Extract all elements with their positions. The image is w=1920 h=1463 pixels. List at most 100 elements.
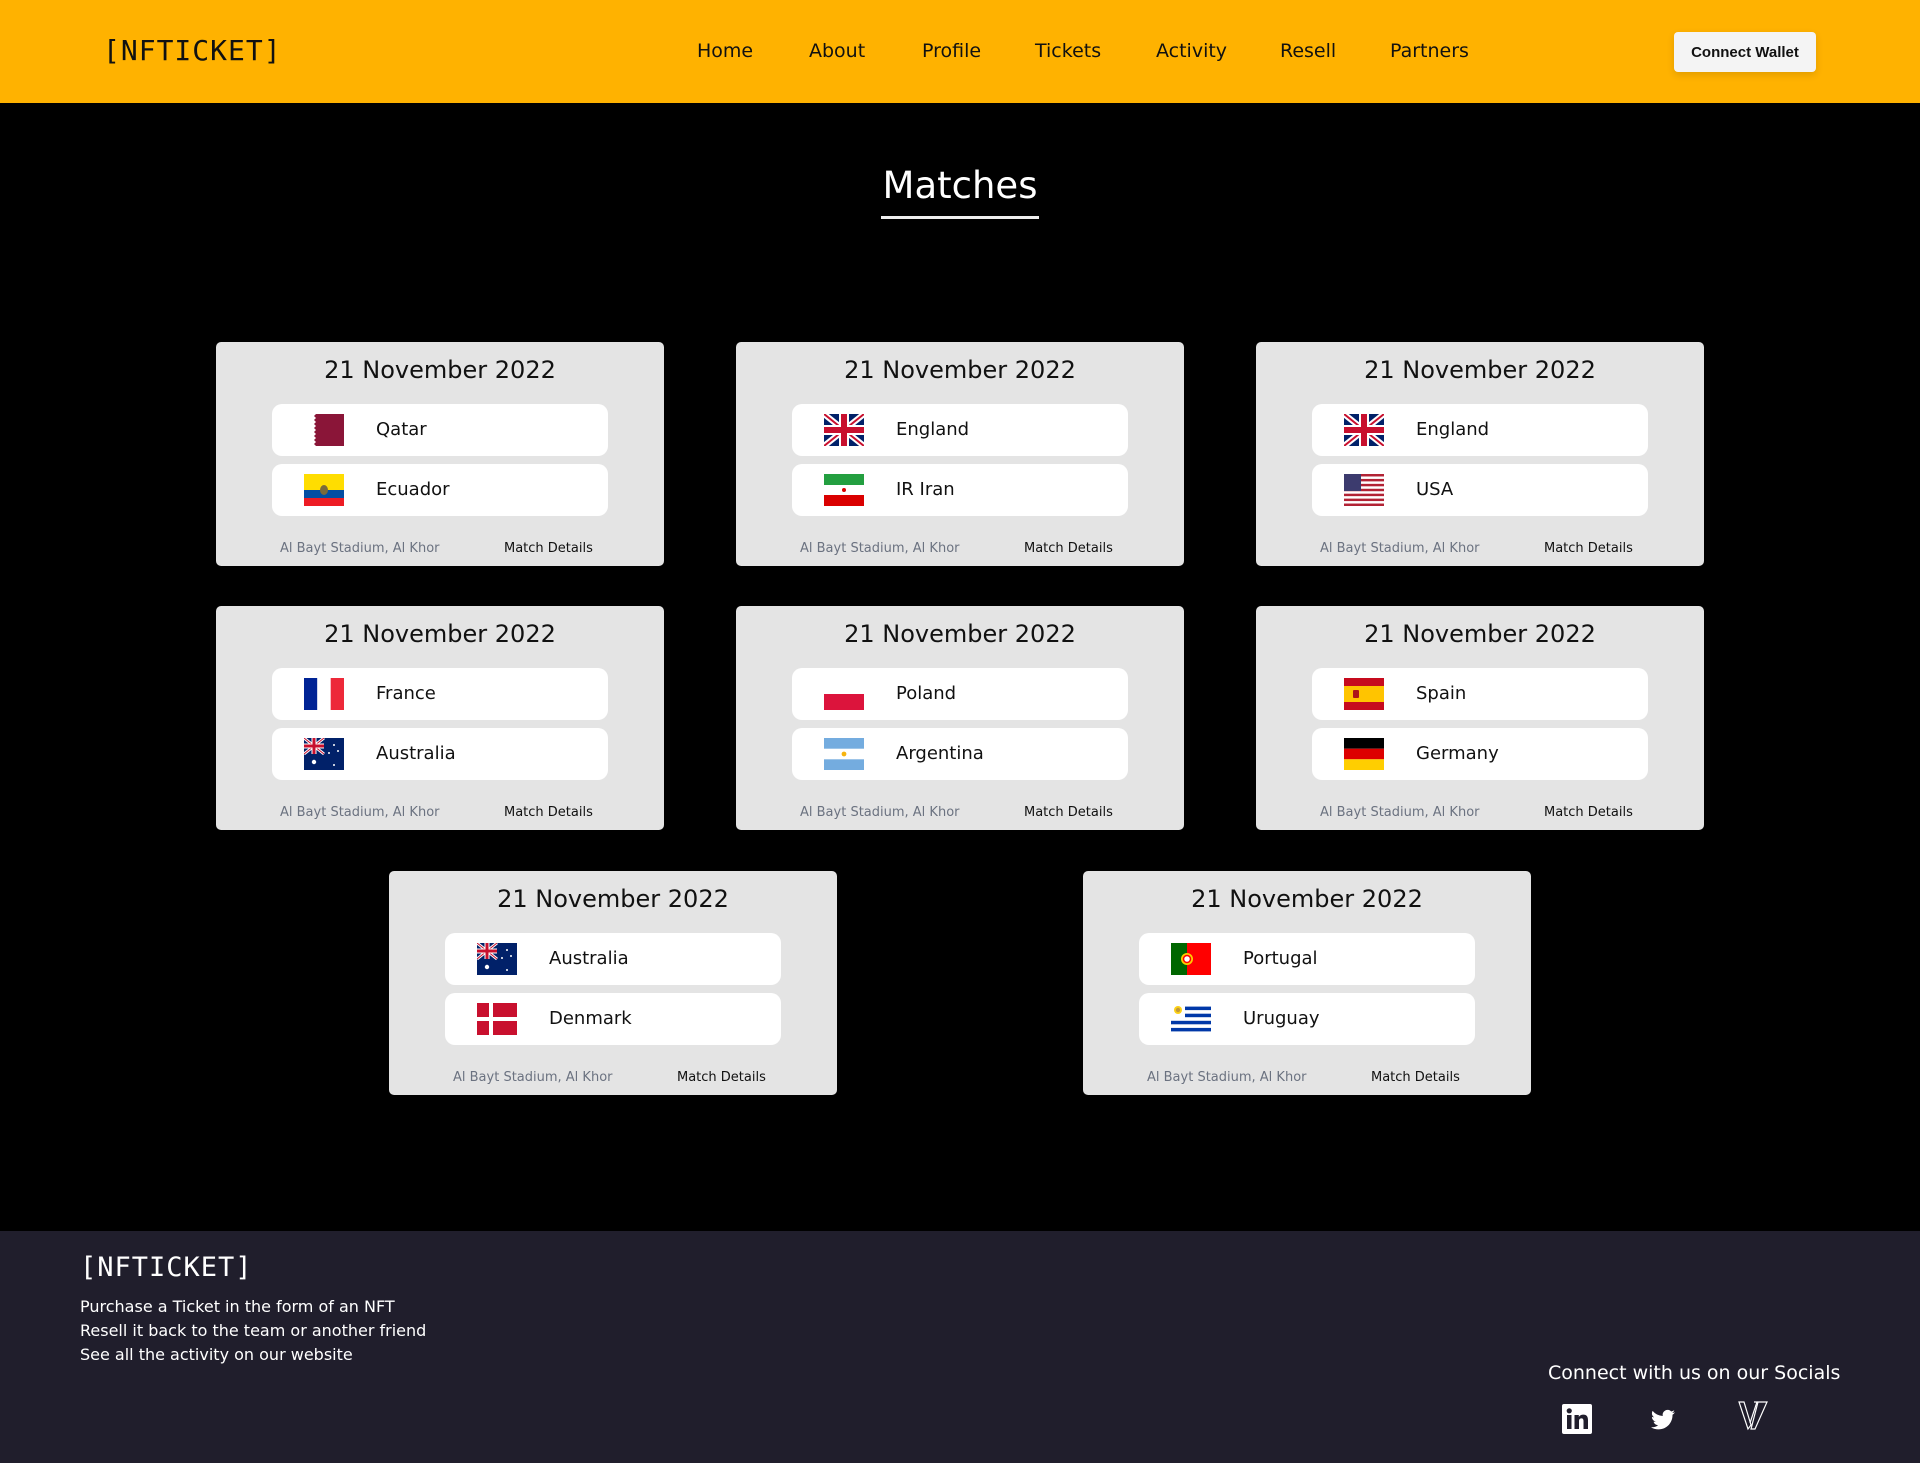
team-name: Portugal [1243,948,1318,969]
team-row[interactable]: Portugal [1139,933,1475,985]
match-venue: Al Bayt Stadium, Al Khor [800,805,960,820]
connect-wallet-button[interactable]: Connect Wallet [1674,32,1816,72]
match-details-link[interactable]: Match Details [1024,541,1113,557]
nav-home[interactable]: Home [697,38,753,64]
team-name: Germany [1416,743,1499,764]
team-name: Ecuador [376,479,450,500]
match-details-link[interactable]: Match Details [1544,541,1633,557]
france-flag-icon [304,678,344,710]
uk-flag-icon [1344,414,1384,446]
match-card: 21 November 2022 Australia Denmark Al Ba… [389,871,837,1095]
footer-tagline: Resell it back to the team or another fr… [80,1321,427,1340]
match-date: 21 November 2022 [324,620,556,648]
team-row[interactable]: England [1312,404,1648,456]
team-row[interactable]: Denmark [445,993,781,1045]
match-venue: Al Bayt Stadium, Al Khor [453,1070,613,1085]
team-row[interactable]: Australia [272,728,608,780]
team-name: Denmark [549,1008,632,1029]
team-name: USA [1416,479,1454,500]
match-card: 21 November 2022 England USA Al Bayt Sta… [1256,342,1704,566]
footer-tagline: Purchase a Ticket in the form of an NFT [80,1297,395,1316]
team-row[interactable]: Uruguay [1139,993,1475,1045]
match-venue: Al Bayt Stadium, Al Khor [800,541,960,556]
match-venue: Al Bayt Stadium, Al Khor [1147,1070,1307,1085]
linkedin-icon[interactable] [1561,1403,1593,1435]
team-row[interactable]: Argentina [792,728,1128,780]
uruguay-flag-icon [1171,1003,1211,1035]
team-name: Uruguay [1243,1008,1320,1029]
match-details-link[interactable]: Match Details [1371,1070,1460,1086]
v-brand-icon[interactable] [1737,1399,1769,1431]
footer-tagline: See all the activity on our website [80,1345,353,1364]
australia-flag-icon [477,943,517,975]
match-date: 21 November 2022 [324,356,556,384]
page-title-wrap: Matches [0,162,1920,219]
spain-flag-icon [1344,678,1384,710]
page-title: Matches [880,162,1040,219]
uk-flag-icon [824,414,864,446]
team-row[interactable]: Australia [445,933,781,985]
team-name: Argentina [896,743,984,764]
match-details-link[interactable]: Match Details [504,805,593,821]
match-details-link[interactable]: Match Details [504,541,593,557]
top-header: [NFTICKET] Home About Profile Tickets Ac… [0,0,1920,103]
team-row[interactable]: Poland [792,668,1128,720]
match-card: 21 November 2022 Portugal Uruguay Al Bay… [1083,871,1531,1095]
ecuador-flag-icon [304,474,344,506]
team-name: Spain [1416,683,1467,704]
team-name: Qatar [376,419,427,440]
nav-partners[interactable]: Partners [1390,38,1469,64]
usa-flag-icon [1344,474,1384,506]
match-date: 21 November 2022 [844,620,1076,648]
nav-tickets[interactable]: Tickets [1035,38,1101,64]
portugal-flag-icon [1171,943,1211,975]
team-row[interactable]: England [792,404,1128,456]
iran-flag-icon [824,474,864,506]
poland-flag-icon [824,678,864,710]
argentina-flag-icon [824,738,864,770]
match-date: 21 November 2022 [844,356,1076,384]
team-name: England [1416,419,1490,440]
twitter-icon[interactable] [1647,1403,1679,1435]
match-date: 21 November 2022 [1364,356,1596,384]
footer: [NFTICKET] Purchase a Ticket in the form… [0,1231,1920,1463]
team-name: France [376,683,436,704]
nav-profile[interactable]: Profile [922,38,981,64]
australia-flag-icon [304,738,344,770]
match-card: 21 November 2022 Spain Germany Al Bayt S… [1256,606,1704,830]
team-row[interactable]: Germany [1312,728,1648,780]
team-name: Australia [376,743,456,764]
brand-logo[interactable]: [NFTICKET] [103,34,282,68]
match-venue: Al Bayt Stadium, Al Khor [1320,541,1480,556]
match-details-link[interactable]: Match Details [1024,805,1113,821]
footer-logo: [NFTICKET] [80,1252,253,1283]
match-card: 21 November 2022 Poland Argentina Al Bay… [736,606,1184,830]
team-name: IR Iran [896,479,955,500]
team-row[interactable]: IR Iran [792,464,1128,516]
team-row[interactable]: Qatar [272,404,608,456]
match-details-link[interactable]: Match Details [677,1070,766,1086]
match-card: 21 November 2022 France Australia Al Bay… [216,606,664,830]
match-details-link[interactable]: Match Details [1544,805,1633,821]
socials-title: Connect with us on our Socials [1548,1362,1841,1384]
denmark-flag-icon [477,1003,517,1035]
nav-resell[interactable]: Resell [1280,38,1336,64]
germany-flag-icon [1344,738,1384,770]
team-row[interactable]: Ecuador [272,464,608,516]
team-row[interactable]: USA [1312,464,1648,516]
match-card: 21 November 2022 Qatar Ecuador Al Bayt S… [216,342,664,566]
match-card: 21 November 2022 England IR Iran Al Bayt… [736,342,1184,566]
match-date: 21 November 2022 [1191,885,1423,913]
team-row[interactable]: Spain [1312,668,1648,720]
team-name: Australia [549,948,629,969]
team-row[interactable]: France [272,668,608,720]
match-date: 21 November 2022 [1364,620,1596,648]
nav-about[interactable]: About [809,38,865,64]
nav-activity[interactable]: Activity [1156,38,1227,64]
team-name: England [896,419,970,440]
match-venue: Al Bayt Stadium, Al Khor [280,541,440,556]
match-venue: Al Bayt Stadium, Al Khor [280,805,440,820]
match-venue: Al Bayt Stadium, Al Khor [1320,805,1480,820]
qatar-flag-icon [304,414,344,446]
match-date: 21 November 2022 [497,885,729,913]
